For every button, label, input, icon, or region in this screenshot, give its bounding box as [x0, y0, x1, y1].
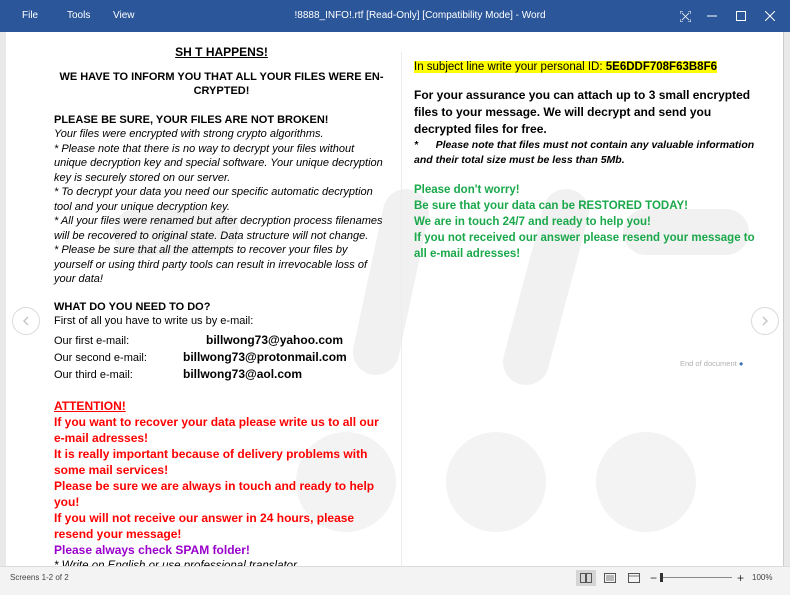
screens-indicator: Screens 1-2 of 2: [10, 573, 69, 582]
sure-heading: PLEASE BE SURE, YOUR FILES ARE NOT BROKE…: [54, 113, 329, 126]
zoom-level[interactable]: 100%: [752, 567, 772, 589]
file-note: * Please note that files must not contai…: [414, 138, 769, 168]
maximize-icon: [736, 11, 746, 21]
email-value-1: billwong73@yahoo.com: [206, 332, 344, 347]
para-2: * Please note that there is no way to de…: [54, 142, 383, 184]
para-5: * Please be sure that all the attempts t…: [54, 244, 368, 285]
email-row-1: Our first e-mail: billwong73@yahoo.com: [54, 332, 389, 351]
close-icon: [765, 11, 775, 21]
note-text: Please note that files must not contain …: [414, 139, 755, 166]
zoom-out-button[interactable]: −: [650, 571, 657, 585]
spam-note: Please always check SPAM folder!: [54, 542, 250, 557]
web-layout-icon: [628, 573, 640, 583]
menu-view[interactable]: View: [113, 0, 135, 32]
left-column: SH T HAPPENS! WE HAVE TO INFORM YOU THAT…: [54, 42, 389, 574]
end-of-document-label: End of document: [680, 359, 737, 368]
email-row-2: Our second e-mail: billwong73@protonmail…: [54, 349, 389, 368]
print-layout-icon: [604, 573, 616, 583]
email-label-3: Our third e-mail:: [54, 368, 133, 381]
red-line-1: If you want to recover your data please …: [54, 414, 379, 445]
email-value-2: billwong73@protonmail.com: [183, 349, 347, 364]
zoom-slider-thumb[interactable]: [660, 573, 663, 582]
page-divider: [401, 52, 402, 572]
need-heading: WHAT DO YOU NEED TO DO?: [54, 300, 211, 313]
fullscreen-button[interactable]: [670, 0, 700, 32]
green-line-3: We are in touch 24/7 and ready to help y…: [414, 216, 651, 228]
first-line: First of all you have to write us by e-m…: [54, 315, 254, 327]
red-line-3: Please be sure we are always in touch an…: [54, 478, 375, 509]
subject-line: In subject line write your personal ID: …: [414, 59, 769, 75]
inform-line-2: CRYPTED!: [193, 85, 250, 97]
para-4: * All your files were renamed but after …: [54, 215, 383, 242]
right-column: In subject line write your personal ID: …: [414, 59, 769, 262]
red-line-2: It is really important because of delive…: [54, 446, 368, 477]
zoom-slider-track[interactable]: [660, 577, 732, 578]
attention-heading: ATTENTION!: [54, 398, 126, 413]
fullscreen-icon: [679, 10, 691, 22]
green-line-1: Please don't worry!: [414, 184, 520, 196]
end-of-document: End of document ●: [680, 359, 743, 368]
menu-tools[interactable]: Tools: [67, 0, 90, 32]
email-row-3: Our third e-mail: billwong73@aol.com: [54, 366, 389, 385]
previous-screen-button[interactable]: [12, 307, 40, 335]
title-bar: File Tools View !8888_INFO!.rtf [Read-On…: [0, 0, 790, 32]
zoom-in-button[interactable]: +: [737, 571, 744, 585]
read-mode-icon: [580, 573, 592, 583]
chevron-right-icon: [762, 316, 768, 326]
email-value-3: billwong73@aol.com: [183, 366, 303, 381]
chevron-left-icon: [23, 316, 29, 326]
end-dot-icon: ●: [738, 359, 744, 368]
page-heading: SH T HAPPENS!: [175, 45, 268, 59]
web-layout-button[interactable]: [624, 570, 644, 586]
window-title: !8888_INFO!.rtf [Read-Only] [Compatibili…: [294, 10, 546, 21]
email-label-1: Our first e-mail:: [54, 334, 130, 347]
document-area: SH T HAPPENS! WE HAVE TO INFORM YOU THAT…: [6, 32, 784, 572]
menu-file[interactable]: File: [22, 0, 38, 32]
para-3: * To decrypt your data you need our spec…: [54, 186, 373, 213]
green-line-2: Be sure that your data can be RESTORED T…: [414, 200, 688, 212]
green-line-4: If you not received our answer please re…: [414, 232, 755, 260]
print-layout-button[interactable]: [600, 570, 620, 586]
close-button[interactable]: [755, 0, 785, 32]
personal-id: 5E6DDF708F63B8F6: [605, 61, 717, 73]
subject-prefix: In subject line write your personal ID:: [414, 61, 606, 73]
email-label-2: Our second e-mail:: [54, 351, 147, 364]
status-bar: Screens 1-2 of 2 − + 100%: [0, 566, 790, 595]
red-line-4: If you will not receive our answer in 24…: [54, 510, 355, 541]
read-mode-button[interactable]: [576, 570, 596, 586]
next-screen-button[interactable]: [751, 307, 779, 335]
maximize-button[interactable]: [726, 0, 756, 32]
minimize-button[interactable]: [697, 0, 727, 32]
assurance-text: For your assurance you can attach up to …: [414, 88, 751, 136]
inform-line-1: WE HAVE TO INFORM YOU THAT ALL YOUR FILE…: [59, 70, 384, 83]
para-1: Your files were encrypted with strong cr…: [54, 128, 324, 140]
note-star: *: [414, 139, 419, 151]
minimize-icon: [707, 15, 717, 17]
